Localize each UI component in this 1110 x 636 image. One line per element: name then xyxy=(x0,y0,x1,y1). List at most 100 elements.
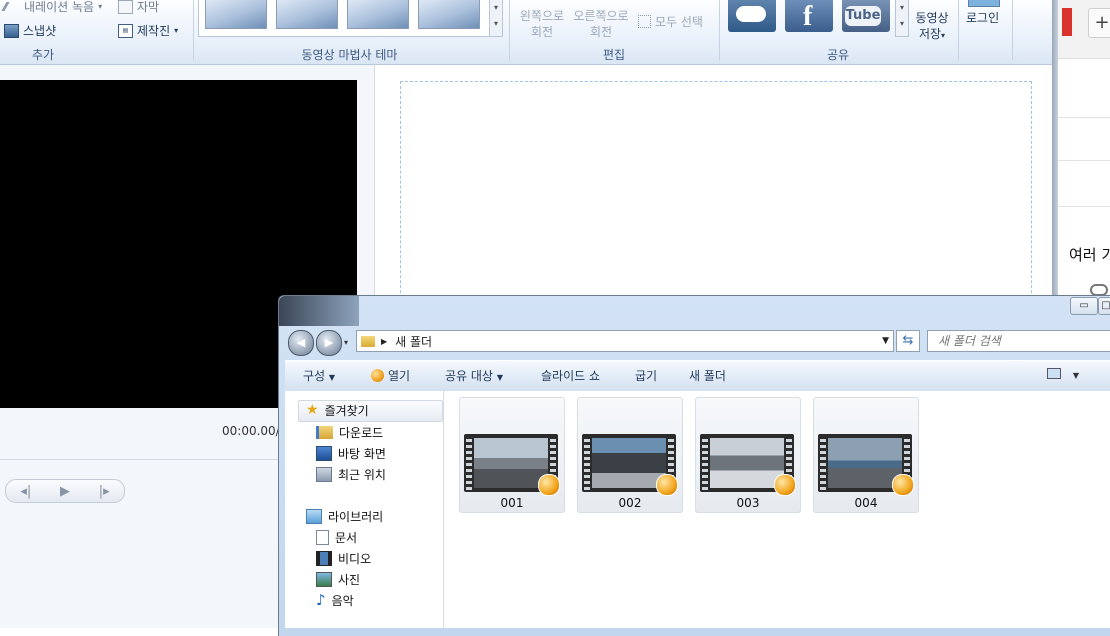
file-item[interactable]: 004 xyxy=(813,397,919,513)
snapshot-button[interactable]: 스냅샷 xyxy=(4,22,56,39)
nav-desktop[interactable]: 바탕 화면 xyxy=(316,445,386,462)
star-icon: ★ xyxy=(306,402,319,418)
file-name: 003 xyxy=(736,496,760,510)
next-frame-icon[interactable]: |▸ xyxy=(99,484,110,499)
divider xyxy=(1058,160,1110,161)
nav-recent-places[interactable]: 최근 위치 xyxy=(316,466,386,483)
forward-button[interactable]: ▶ xyxy=(316,330,342,356)
divider xyxy=(193,0,194,60)
downloads-folder-icon xyxy=(316,426,333,439)
facebook-icon[interactable]: f xyxy=(785,0,833,32)
recent-places-icon xyxy=(316,467,332,482)
vlc-badge-icon xyxy=(774,474,796,496)
nav-libraries[interactable]: 라이브러리 xyxy=(306,508,383,525)
maximize-button[interactable]: □ xyxy=(1098,297,1110,315)
change-view-button[interactable]: ▼ xyxy=(1047,367,1079,381)
theme-group-label: 동영상 마법사 테마 xyxy=(301,48,398,62)
divider xyxy=(719,0,720,60)
music-icon: ♪ xyxy=(316,591,326,609)
gallery-scroll-button[interactable]: ▾ ▾ xyxy=(489,0,502,36)
file-item[interactable]: 001 xyxy=(459,397,565,513)
divider xyxy=(1058,206,1110,207)
desktop-icon xyxy=(316,446,332,461)
save-movie-button[interactable]: 동영상 저장▾ xyxy=(912,10,952,44)
credits-icon: ▤ xyxy=(118,23,133,38)
breadcrumb-current[interactable]: 새 폴더 xyxy=(395,333,432,350)
libraries-icon xyxy=(306,509,322,524)
divider xyxy=(0,459,290,460)
open-button[interactable]: 열기 xyxy=(371,367,410,384)
share-with-button[interactable]: 공유 대상 ▼ xyxy=(445,367,503,384)
videos-icon xyxy=(316,551,332,566)
vlc-icon xyxy=(371,369,384,382)
divider xyxy=(1058,117,1110,118)
file-name: 001 xyxy=(500,496,524,510)
vlc-badge-icon xyxy=(656,474,678,496)
address-bar[interactable]: ▶ 새 폴더 ▼ xyxy=(356,330,894,352)
folder-icon xyxy=(361,335,375,347)
play-icon[interactable]: ▶ xyxy=(60,484,70,499)
file-item[interactable]: 002 xyxy=(577,397,683,513)
theme-thumbnail[interactable] xyxy=(205,0,267,29)
ribbon: 내레이션 녹음 ▾ 스냅샷 자막 ▤ 제작진 ▾ 추가 ▾ ▾ 동영상 마법사 테마 … xyxy=(0,0,1052,65)
divider xyxy=(509,0,510,60)
minimize-button[interactable]: ▭ xyxy=(1070,297,1098,315)
background-text: 여러 기 xyxy=(1069,246,1110,264)
share-gallery-scroll[interactable]: ▾ ▾ xyxy=(895,0,909,37)
theme-gallery[interactable]: ▾ ▾ xyxy=(198,0,503,37)
vlc-badge-icon xyxy=(538,474,560,496)
file-name: 002 xyxy=(618,496,642,510)
view-icon xyxy=(1047,368,1061,379)
divider xyxy=(1012,0,1013,60)
share-group-label: 공유 xyxy=(826,48,850,62)
organize-button[interactable]: 구성 ▼ xyxy=(303,367,335,384)
rotate-right-button[interactable]: 오른쪽으로 회전 xyxy=(570,8,632,40)
breadcrumb-chevron-icon[interactable]: ▶ xyxy=(381,337,387,346)
slideshow-button[interactable]: 슬라이드 쇼 xyxy=(541,367,600,384)
address-dropdown-icon[interactable]: ▼ xyxy=(882,336,889,346)
documents-icon xyxy=(316,530,329,545)
new-folder-button[interactable]: 새 폴더 xyxy=(689,367,726,384)
nav-videos[interactable]: 비디오 xyxy=(316,550,371,567)
file-item[interactable]: 003 xyxy=(695,397,801,513)
burn-button[interactable]: 굽기 xyxy=(635,367,657,384)
theme-thumbnail[interactable] xyxy=(347,0,409,29)
youtube-icon[interactable]: Tube xyxy=(842,0,890,32)
playback-controls: ◂| ▶ |▸ xyxy=(5,479,125,503)
microphone-icon xyxy=(1,2,23,11)
pictures-icon xyxy=(316,572,332,587)
new-tab-button[interactable]: + xyxy=(1088,8,1110,38)
search-input[interactable] xyxy=(936,331,1110,351)
rotate-left-button[interactable]: 왼쪽으로 회전 xyxy=(514,8,570,40)
caption-button[interactable]: 자막 xyxy=(118,0,159,15)
login-icon xyxy=(968,0,1000,7)
file-name: 004 xyxy=(854,496,878,510)
previous-frame-icon[interactable]: ◂| xyxy=(20,484,31,499)
refresh-button[interactable]: ⇆ xyxy=(896,330,920,352)
back-button[interactable]: ◀ xyxy=(288,330,314,356)
timecode: 00:00.00/ xyxy=(222,424,280,438)
recent-pages-icon[interactable]: ▾ xyxy=(344,338,348,347)
divider xyxy=(958,0,959,60)
search-box[interactable] xyxy=(927,330,1110,352)
tab-indicator xyxy=(1062,8,1072,36)
theme-thumbnail[interactable] xyxy=(276,0,338,29)
credits-button[interactable]: ▤ 제작진 ▾ xyxy=(118,22,178,39)
camera-icon xyxy=(4,23,19,38)
login-button[interactable]: 로그인 xyxy=(966,9,999,26)
select-all-icon xyxy=(638,15,651,28)
nav-documents[interactable]: 문서 xyxy=(316,529,357,546)
caption-icon xyxy=(118,0,133,14)
add-group-label: 추가 xyxy=(31,48,55,62)
explorer-titlebar[interactable] xyxy=(279,296,359,326)
edit-group-label: 편집 xyxy=(602,48,626,62)
nav-favorites[interactable]: ★ 즐겨찾기 xyxy=(306,402,369,419)
nav-music[interactable]: ♪ 음악 xyxy=(316,592,354,609)
select-all-button[interactable]: 모두 선택 xyxy=(638,13,703,30)
skydrive-icon[interactable] xyxy=(728,0,776,32)
nav-pictures[interactable]: 사진 xyxy=(316,571,360,588)
nav-downloads[interactable]: 다운로드 xyxy=(316,424,383,441)
narration-button[interactable]: 내레이션 녹음 ▾ xyxy=(1,0,102,15)
theme-thumbnail[interactable] xyxy=(418,0,480,29)
vlc-badge-icon xyxy=(892,474,914,496)
